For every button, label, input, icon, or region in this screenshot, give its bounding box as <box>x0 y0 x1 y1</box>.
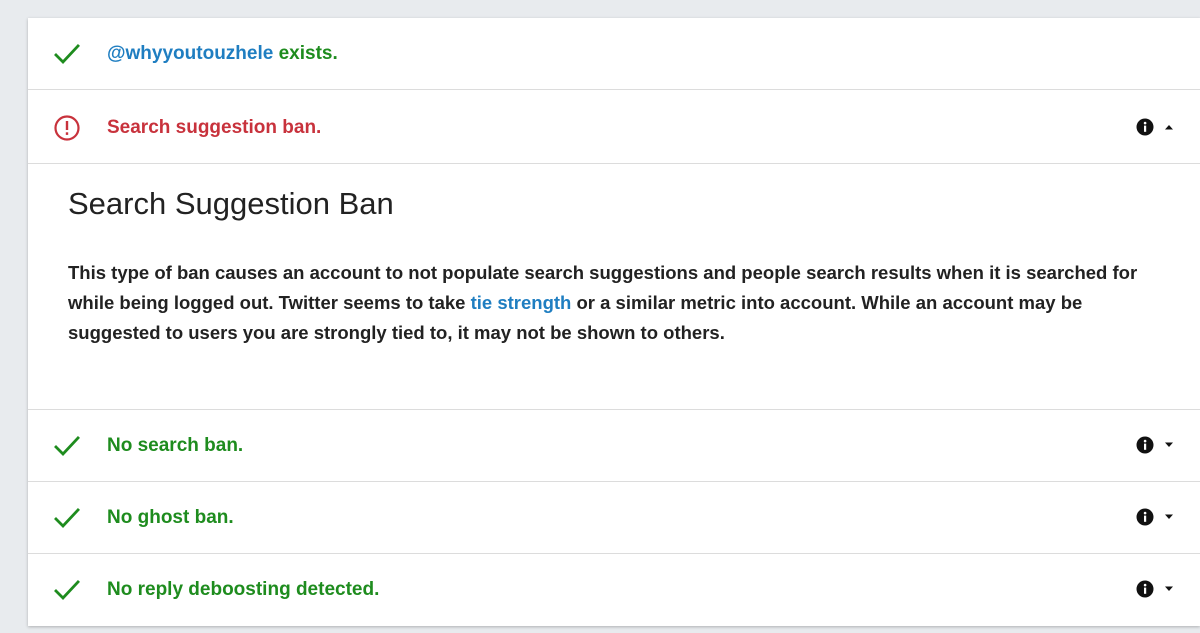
info-icon[interactable] <box>1136 118 1154 136</box>
ghost-ban-label: No ghost ban. <box>107 507 234 528</box>
info-icon[interactable] <box>1136 508 1154 526</box>
detail-body: This type of ban causes an account to no… <box>68 258 1158 348</box>
detail-title: Search Suggestion Ban <box>68 186 394 221</box>
account-exists-row: @whyyoutouzhele exists. <box>28 18 1200 90</box>
search-suggestion-ban-row[interactable]: Search suggestion ban. <box>28 92 1200 164</box>
caret-down-icon[interactable] <box>1164 586 1174 592</box>
reply-deboosting-row[interactable]: No reply deboosting detected. <box>28 554 1200 626</box>
row-controls <box>1136 506 1174 528</box>
caret-down-icon[interactable] <box>1164 514 1174 520</box>
checkmark-icon <box>54 436 80 457</box>
reply-deboosting-label: No reply deboosting detected. <box>107 579 380 600</box>
ghost-ban-row[interactable]: No ghost ban. <box>28 482 1200 554</box>
info-icon[interactable] <box>1136 436 1154 454</box>
alert-circle-icon <box>54 115 80 141</box>
caret-down-icon[interactable] <box>1164 442 1174 448</box>
checkmark-icon <box>54 44 80 65</box>
checkmark-icon <box>54 508 80 529</box>
account-status-text: @whyyoutouzhele exists. <box>107 18 338 90</box>
caret-up-icon[interactable] <box>1164 124 1174 130</box>
row-controls <box>1136 116 1174 138</box>
info-icon[interactable] <box>1136 580 1154 598</box>
account-handle[interactable]: @whyyoutouzhele <box>107 43 273 64</box>
tie-strength-link[interactable]: tie strength <box>471 292 572 313</box>
row-controls <box>1136 578 1174 600</box>
account-exists-label: exists. <box>273 43 338 64</box>
search-ban-label: No search ban. <box>107 435 244 456</box>
search-suggestion-ban-label: Search suggestion ban. <box>107 117 322 138</box>
checkmark-icon <box>54 580 80 601</box>
results-card: @whyyoutouzhele exists. Search suggestio… <box>28 18 1200 626</box>
search-ban-row[interactable]: No search ban. <box>28 410 1200 482</box>
row-controls <box>1136 434 1174 456</box>
